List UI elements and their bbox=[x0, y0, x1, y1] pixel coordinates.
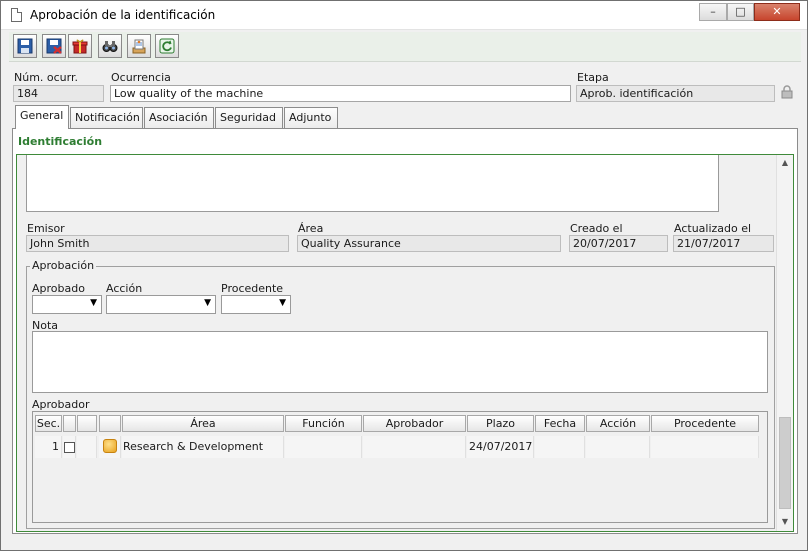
aprobacion-legend: Aprobación bbox=[30, 259, 97, 272]
grid-header-area[interactable]: Área bbox=[122, 415, 284, 432]
area-icon bbox=[103, 439, 117, 453]
gift-button[interactable] bbox=[68, 34, 92, 58]
area-field: Quality Assurance bbox=[297, 235, 561, 252]
creado-field: 20/07/2017 bbox=[569, 235, 668, 252]
grid-cell-funcion bbox=[285, 436, 362, 458]
ocurrencia-label: Ocurrencia bbox=[111, 71, 171, 84]
refresh-button[interactable] bbox=[155, 34, 179, 58]
lock-icon[interactable] bbox=[781, 85, 793, 99]
tab-adjunto[interactable]: Adjunto bbox=[284, 107, 338, 128]
maximize-button[interactable]: □ bbox=[727, 3, 754, 21]
num-ocurr-label: Núm. ocurr. bbox=[14, 71, 78, 84]
grid-cell-procedente bbox=[651, 436, 759, 458]
grid-header-check[interactable] bbox=[63, 415, 76, 432]
dialog-window: Aprobación de la identificación – □ ✕ Nú… bbox=[0, 0, 808, 551]
actualizado-field: 21/07/2017 bbox=[673, 235, 774, 252]
grid-header-funcion[interactable]: Función bbox=[285, 415, 362, 432]
description-textarea[interactable] bbox=[26, 155, 719, 212]
scroll-thumb[interactable] bbox=[779, 417, 791, 509]
save-icon bbox=[17, 38, 33, 54]
tab-notificacion[interactable]: Notificación bbox=[70, 107, 143, 128]
tab-asociacion[interactable]: Asociación bbox=[144, 107, 214, 128]
aprobado-label: Aprobado bbox=[32, 282, 85, 295]
tab-seguridad[interactable]: Seguridad bbox=[215, 107, 283, 128]
grid-cell-accion bbox=[586, 436, 650, 458]
scroll-up-icon[interactable]: ▲ bbox=[777, 155, 793, 171]
grid-header-blank-1[interactable] bbox=[77, 415, 97, 432]
procedente-label: Procedente bbox=[221, 282, 284, 295]
actualizado-label: Actualizado el bbox=[674, 222, 752, 235]
etapa-label: Etapa bbox=[577, 71, 609, 84]
refresh-icon bbox=[159, 38, 175, 54]
minimize-button[interactable]: – bbox=[699, 3, 727, 21]
vertical-scrollbar[interactable]: ▲ ▼ bbox=[776, 155, 793, 531]
area-label: Área bbox=[298, 222, 324, 235]
num-ocurr-field: 184 bbox=[13, 85, 104, 102]
grid-cell-blank bbox=[77, 436, 97, 458]
grid-header-procedente[interactable]: Procedente bbox=[651, 415, 759, 432]
emisor-label: Emisor bbox=[27, 222, 65, 235]
save-close-icon bbox=[46, 38, 62, 54]
grid-header-accion[interactable]: Acción bbox=[586, 415, 650, 432]
accion-select[interactable]: ▼ bbox=[106, 295, 216, 314]
etapa-field: Aprob. identificación bbox=[576, 85, 775, 102]
creado-label: Creado el bbox=[570, 222, 623, 235]
identificacion-section: Emisor John Smith Área Quality Assurance… bbox=[16, 154, 794, 532]
grid-header-aprobador[interactable]: Aprobador bbox=[363, 415, 466, 432]
save-close-button[interactable] bbox=[42, 34, 66, 58]
grid-cell-check[interactable] bbox=[63, 436, 76, 458]
nota-textarea[interactable] bbox=[32, 331, 768, 393]
chevron-down-icon: ▼ bbox=[204, 298, 211, 308]
grid-cell-area: Research & Development bbox=[122, 436, 284, 458]
document-icon bbox=[11, 8, 22, 22]
ocurrencia-field[interactable]: Low quality of the machine bbox=[110, 85, 571, 102]
chevron-down-icon: ▼ bbox=[279, 298, 286, 308]
binoculars-icon bbox=[102, 41, 118, 52]
close-button[interactable]: ✕ bbox=[754, 3, 800, 21]
title-bar: Aprobación de la identificación – □ ✕ bbox=[1, 1, 807, 30]
scroll-down-icon[interactable]: ▼ bbox=[777, 514, 793, 530]
grid-cell-sec: 1 bbox=[35, 436, 62, 458]
send-icon bbox=[132, 39, 146, 54]
window-title: Aprobación de la identificación bbox=[30, 8, 216, 22]
grid-header-fecha[interactable]: Fecha bbox=[535, 415, 585, 432]
grid-header-icon[interactable] bbox=[99, 415, 121, 432]
general-tab-panel: Identificación Emisor John Smith Área Qu… bbox=[12, 128, 798, 534]
toolbar bbox=[9, 32, 801, 62]
grid-header-sec[interactable]: Sec. bbox=[35, 415, 62, 432]
grid-cell-icon bbox=[99, 436, 121, 458]
grid-cell-aprobador bbox=[363, 436, 466, 458]
tab-general[interactable]: General bbox=[15, 105, 69, 129]
emisor-field: John Smith bbox=[26, 235, 289, 252]
approver-grid: Sec. Área Función Aprobador Plazo Fecha … bbox=[32, 411, 768, 523]
row-checkbox[interactable] bbox=[64, 442, 75, 453]
search-button[interactable] bbox=[98, 34, 122, 58]
aprobacion-fieldset: Aprobación Aprobado ▼ Acción ▼ Procedent… bbox=[26, 259, 775, 529]
grid-cell-fecha bbox=[535, 436, 585, 458]
gift-icon bbox=[72, 39, 88, 54]
grid-header-plazo[interactable]: Plazo bbox=[467, 415, 534, 432]
accion-label: Acción bbox=[106, 282, 143, 295]
section-title: Identificación bbox=[18, 135, 103, 148]
aprobador-label: Aprobador bbox=[32, 398, 90, 411]
chevron-down-icon: ▼ bbox=[90, 298, 97, 308]
save-button[interactable] bbox=[13, 34, 37, 58]
aprobado-select[interactable]: ▼ bbox=[32, 295, 102, 314]
procedente-select[interactable]: ▼ bbox=[221, 295, 291, 314]
grid-cell-plazo: 24/07/2017 bbox=[467, 436, 534, 458]
send-button[interactable] bbox=[127, 34, 151, 58]
